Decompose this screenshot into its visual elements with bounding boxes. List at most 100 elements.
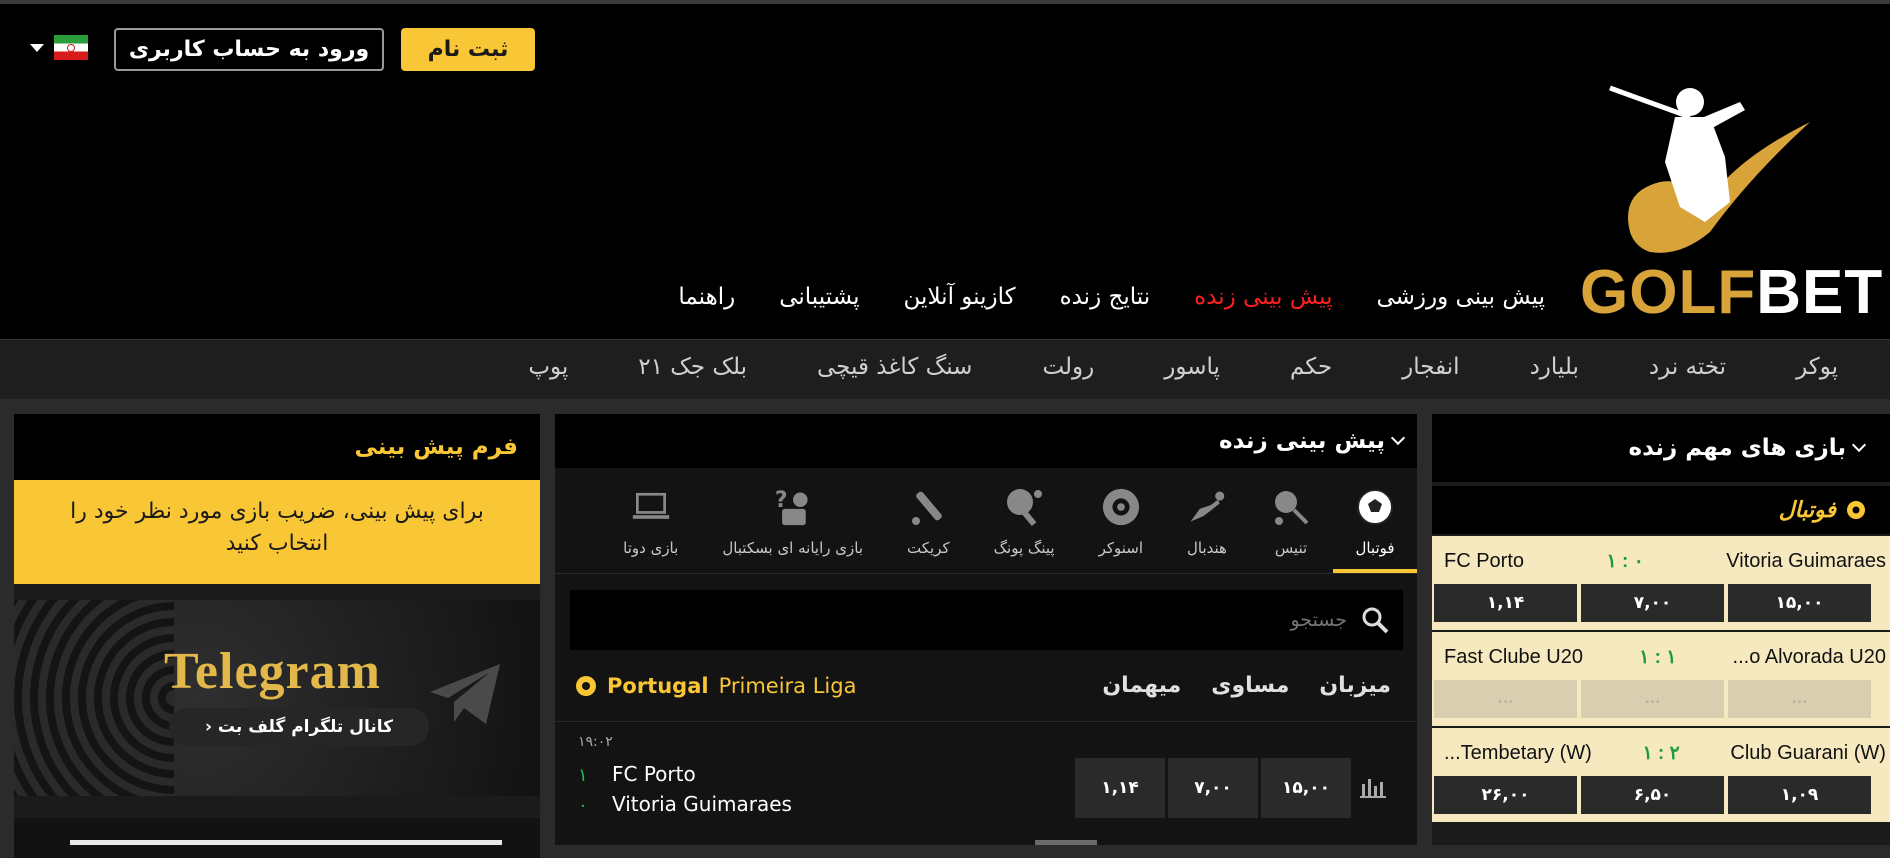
bet-form-title: فرم پیش بینی — [14, 414, 540, 480]
nav-sports-betting[interactable]: پیش بینی ورزشی — [1376, 284, 1545, 310]
live-betting-panel: پیش بینی زنده فوتبال تنیس هندبال اسنوکر … — [555, 414, 1417, 845]
tab-snooker[interactable]: اسنوکر — [1077, 467, 1165, 573]
list-item[interactable]: FC Porto ۱ : ۰ Vitoria Guimaraes ۱,۱۴ ۷,… — [1432, 536, 1890, 632]
subnav-crash[interactable]: انفجار — [1402, 354, 1459, 380]
chevron-down-icon — [1390, 430, 1406, 446]
telegram-channel-pill: › کانال تلگرام گلف بت — [169, 708, 429, 746]
tab-dota[interactable]: بازی دوتا — [601, 467, 700, 573]
search-input[interactable] — [947, 609, 1347, 631]
subnav-hokm[interactable]: حکم — [1290, 354, 1332, 380]
subnav-blackjack[interactable]: بلک جک ۲۱ — [638, 354, 747, 380]
telegram-plane-icon — [430, 664, 500, 724]
login-button[interactable]: ورود به حساب کاربری — [114, 28, 384, 71]
horizontal-scrollbar-thumb[interactable] — [1035, 840, 1097, 845]
bet-form-panel: فرم پیش بینی برای پیش بینی، ضریب بازی مو… — [14, 414, 540, 858]
games-subnav: پوکر تخته نرد بلیارد انفجار حکم پاسور رو… — [0, 339, 1890, 399]
team-left: ...Tembetary (W) — [1444, 741, 1592, 764]
league-country: Portugal — [607, 673, 709, 698]
live-betting-title: پیش بینی زنده — [1219, 428, 1385, 454]
live-score: ۱ : ۲ — [1642, 742, 1680, 764]
team-left: Fast Clube U20 — [1444, 645, 1583, 668]
odd-away[interactable]: ۱۵,۰۰ — [1261, 758, 1351, 818]
team-right: Club Guarani (W) — [1730, 741, 1886, 764]
column-draw: مساوی — [1211, 673, 1290, 698]
team-right: Vitoria Guimaraes — [1726, 549, 1886, 572]
odd-button[interactable]: ۲۶,۰۰ — [1434, 776, 1577, 814]
column-home: میزبان — [1319, 673, 1391, 698]
horizontal-scrollbar[interactable] — [70, 840, 502, 845]
ping-pong-icon — [1004, 487, 1044, 527]
odd-button[interactable]: ۱,۱۴ — [1434, 584, 1577, 622]
list-item[interactable]: ...Tembetary (W) ۱ : ۲ Club Guarani (W) … — [1432, 728, 1890, 824]
search-icon[interactable] — [1361, 606, 1389, 634]
away-score: ۰ — [578, 795, 588, 816]
important-live-list: FC Porto ۱ : ۰ Vitoria Guimaraes ۱,۱۴ ۷,… — [1432, 536, 1890, 824]
nav-live-betting[interactable]: پیش بینی زنده — [1194, 284, 1332, 310]
league-header: Portugal Primeira Liga میزبان مساوی میهم… — [555, 650, 1417, 722]
match-time: ۱۹:۰۲ — [578, 734, 613, 750]
telegram-banner[interactable]: Telegram › کانال تلگرام گلف بت — [14, 600, 540, 796]
nav-support[interactable]: پشتیبانی — [779, 284, 859, 310]
snooker-icon — [1101, 487, 1141, 527]
tab-soccer[interactable]: فوتبال — [1333, 467, 1417, 573]
stats-chart-icon[interactable] — [1360, 776, 1386, 798]
main-nav: پیش بینی ورزشی پیش بینی زنده نتایج زنده … — [678, 284, 1545, 310]
team-left: FC Porto — [1444, 549, 1525, 572]
away-team: Vitoria Guimaraes — [612, 792, 792, 816]
telegram-banner-title: Telegram — [164, 643, 381, 700]
iran-flag-icon[interactable] — [54, 35, 88, 60]
bet-form-note: برای پیش بینی، ضریب بازی مورد نظر خود را… — [14, 480, 540, 584]
list-item[interactable]: Fast Clube U20 ۱ : ۱ ...o Alvorada U20 .… — [1432, 632, 1890, 728]
register-button[interactable]: ثبت نام — [401, 28, 535, 71]
second-banner[interactable] — [14, 818, 540, 858]
subnav-backgammon[interactable]: تخته نرد — [1649, 354, 1726, 380]
golfbet-logo[interactable]: GOLFBET — [1580, 82, 1882, 328]
laptop-icon — [631, 487, 671, 527]
handball-icon — [1187, 487, 1227, 527]
esports-basketball-icon: ? — [773, 487, 813, 527]
odd-button[interactable]: ۱,۰۹ — [1728, 776, 1871, 814]
site-header: ورود به حساب کاربری ثبت نام GOLFBET پیش … — [0, 4, 1890, 339]
important-live-panel: بازی های مهم زنده فوتبال FC Porto ۱ : ۰ … — [1432, 414, 1890, 845]
odd-button[interactable]: ۷,۰۰ — [1581, 584, 1724, 622]
match-row[interactable]: ۱۹:۰۲ ۱ FC Porto ۰ Vitoria Guimaraes ۱,۱۴ … — [555, 722, 1417, 842]
important-live-header[interactable]: بازی های مهم زنده — [1432, 414, 1890, 482]
chevron-down-icon — [1851, 437, 1867, 453]
tab-cricket[interactable]: کریکت — [885, 467, 972, 573]
odd-home[interactable]: ۱,۱۴ — [1075, 758, 1165, 818]
odd-button[interactable]: ۶,۵۰ — [1581, 776, 1724, 814]
subnav-pasur[interactable]: پاسور — [1164, 354, 1220, 380]
subnav-poker[interactable]: پوکر — [1796, 354, 1838, 380]
important-sport-label: فوتبال — [1432, 482, 1890, 534]
odd-button-disabled: ... — [1728, 680, 1871, 718]
subnav-roulette[interactable]: رولت — [1042, 354, 1094, 380]
subnav-rock-paper-scissors[interactable]: سنگ کاغذ قیچی — [817, 354, 972, 380]
subnav-billiards[interactable]: بلیارد — [1530, 354, 1579, 380]
match-search-bar — [570, 590, 1403, 650]
odd-button-disabled: ... — [1434, 680, 1577, 718]
home-team: FC Porto — [612, 762, 696, 786]
odd-button-disabled: ... — [1581, 680, 1724, 718]
live-score: ۱ : ۱ — [1639, 646, 1677, 668]
live-betting-header[interactable]: پیش بینی زنده — [555, 414, 1417, 468]
soccer-ball-icon — [1355, 487, 1395, 527]
home-score: ۱ — [578, 765, 588, 786]
tab-ping-pong[interactable]: پینگ پونگ — [972, 467, 1077, 573]
logo-wordmark: GOLFBET — [1580, 258, 1884, 327]
nav-live-results[interactable]: نتایج زنده — [1060, 284, 1151, 310]
live-score: ۱ : ۰ — [1606, 550, 1644, 572]
odd-draw[interactable]: ۷,۰۰ — [1168, 758, 1258, 818]
soccer-ball-icon — [576, 675, 596, 696]
tab-handball[interactable]: هندبال — [1165, 467, 1249, 573]
tab-esports-basketball[interactable]: ? بازی رایانه ای بسکتبال — [700, 467, 885, 573]
soccer-ball-icon — [1847, 501, 1865, 519]
nav-help[interactable]: راهنما — [678, 284, 735, 310]
tab-tennis[interactable]: تنیس — [1249, 467, 1333, 573]
nav-online-casino[interactable]: کازینو آنلاین — [904, 284, 1016, 310]
team-right: ...o Alvorada U20 — [1732, 645, 1886, 668]
odd-button[interactable]: ۱۵,۰۰ — [1728, 584, 1871, 622]
subnav-pop[interactable]: پوپ — [528, 354, 568, 380]
column-away: میهمان — [1102, 673, 1182, 698]
language-dropdown-caret-icon[interactable] — [30, 44, 44, 52]
important-live-title: بازی های مهم زنده — [1628, 435, 1846, 461]
